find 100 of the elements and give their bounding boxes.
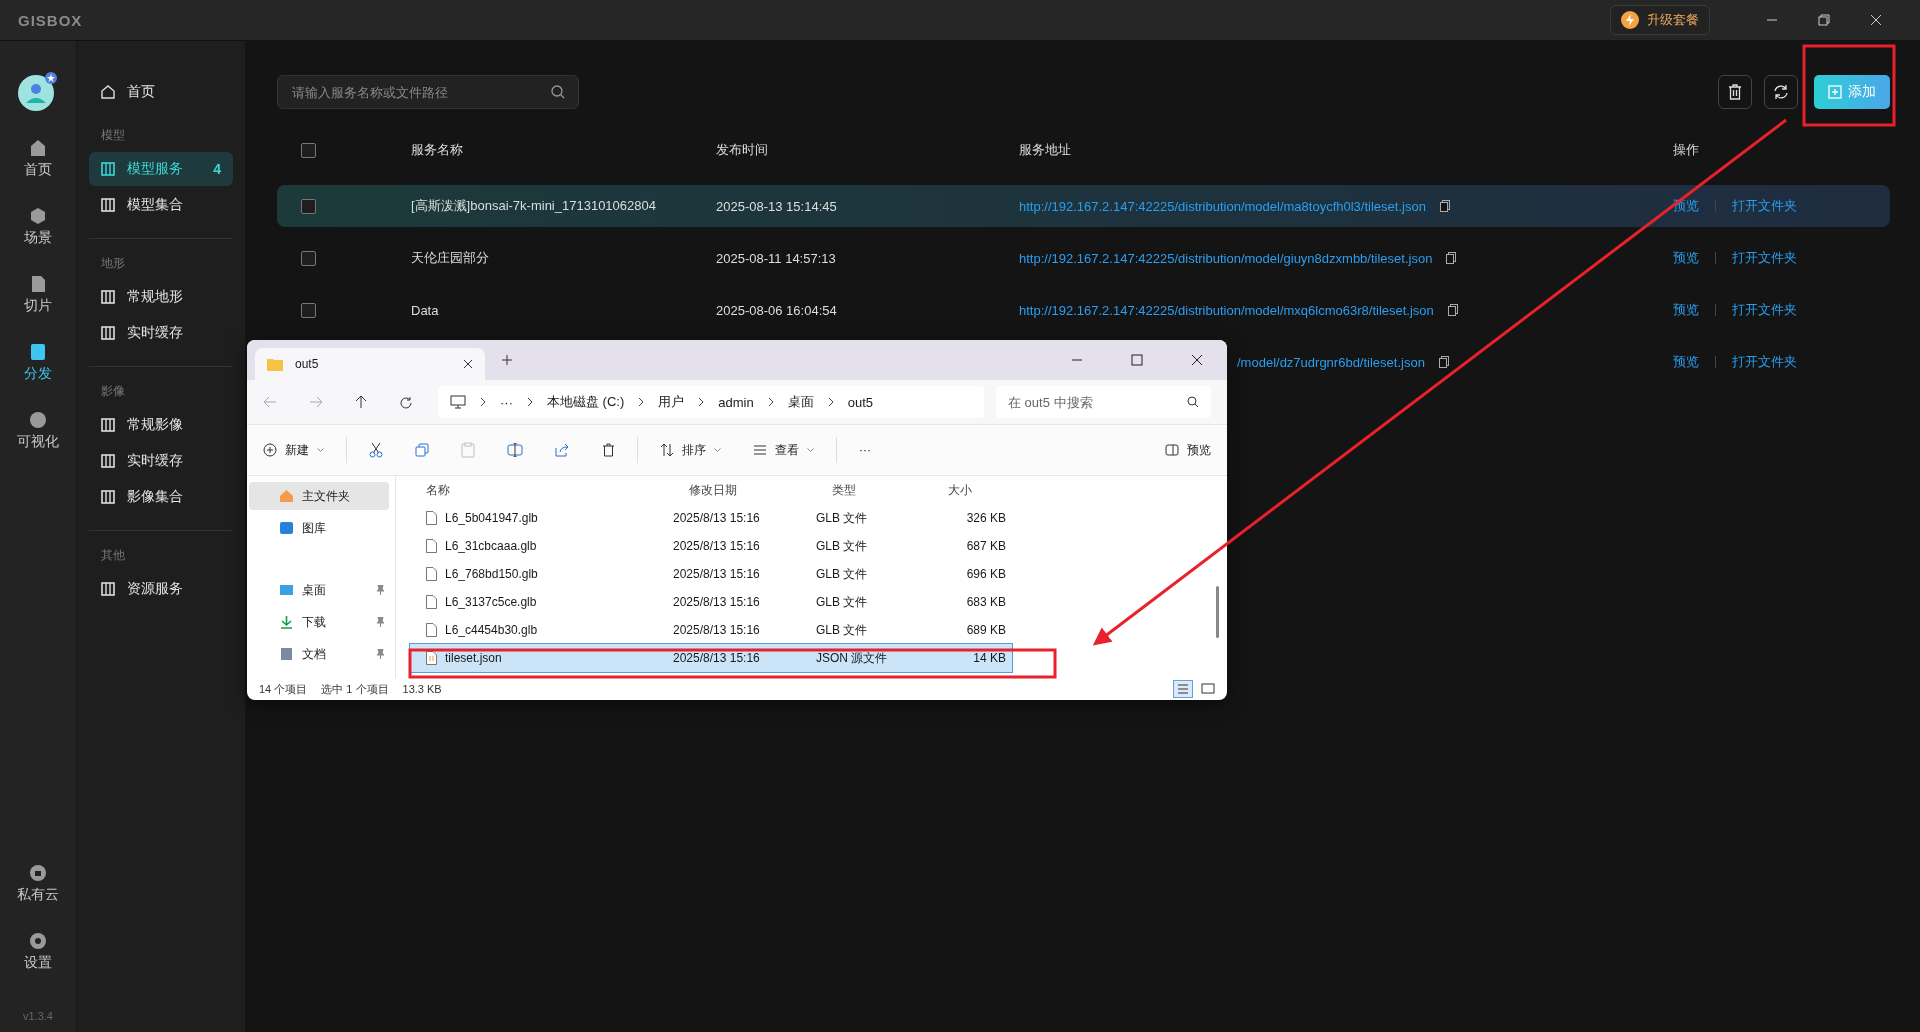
app-logo: GISBOX xyxy=(18,11,84,29)
sort-icon xyxy=(660,443,674,457)
file-row[interactable]: L6_31cbcaaa.glb 2025/8/13 15:16 GLB 文件 687 KB xyxy=(410,532,1012,560)
refresh-icon xyxy=(1773,84,1789,100)
rail-item[interactable]: 场景 xyxy=(24,199,52,255)
column-header[interactable]: 类型 xyxy=(816,481,932,499)
action-link[interactable]: 打开文件夹 xyxy=(1732,249,1797,267)
copy-icon[interactable] xyxy=(1447,304,1458,316)
action-link[interactable]: 打开文件夹 xyxy=(1732,353,1797,371)
nav-item[interactable]: 影像集合 xyxy=(89,480,233,514)
pin-icon[interactable] xyxy=(376,649,385,659)
row-checkbox[interactable] xyxy=(301,198,316,214)
nav-item[interactable]: 图库 xyxy=(249,514,389,542)
tiles-view-icon[interactable] xyxy=(1201,683,1215,695)
refresh-button[interactable] xyxy=(1764,75,1798,109)
nav-item[interactable]: 实时缓存 xyxy=(89,316,233,350)
rail-item[interactable]: 首页 xyxy=(24,131,52,187)
explorer-tab[interactable]: out5 xyxy=(255,348,485,380)
address-bar[interactable]: ··· 本地磁盘 (C:) 用户 admin 桌面 out5 xyxy=(438,386,984,418)
file-row[interactable]: L6_3137c5ce.glb 2025/8/13 15:16 GLB 文件 683 KB xyxy=(410,588,1012,616)
rename-icon[interactable] xyxy=(507,443,523,457)
status-text: 14 个项目 xyxy=(259,681,308,697)
trash-icon xyxy=(1728,84,1742,100)
column-header: 操作 xyxy=(1673,141,1700,159)
action-link[interactable]: 预览 xyxy=(1673,353,1699,371)
panel-icon xyxy=(101,418,115,432)
close-icon[interactable] xyxy=(1191,354,1203,366)
delete-button[interactable] xyxy=(1718,75,1752,109)
restore-icon[interactable] xyxy=(1818,14,1830,26)
more-button[interactable]: ··· xyxy=(859,443,871,457)
nav-item[interactable]: 首页 xyxy=(89,75,233,109)
nav-item[interactable]: 模型服务 4 xyxy=(89,152,233,186)
action-link[interactable]: 预览 xyxy=(1673,301,1699,319)
service-url[interactable]: http://192.167.2.147:42225/distribution/model/mxq6lcmo63r8/tileset.json xyxy=(1019,302,1434,318)
chevron-icon xyxy=(527,397,533,407)
copy-icon[interactable] xyxy=(1446,252,1457,264)
group-heading: 模型 xyxy=(100,127,126,144)
nav-item[interactable]: 资源服务 xyxy=(89,572,233,606)
upgrade-button[interactable]: 升级套餐 xyxy=(1610,5,1710,35)
copy-icon[interactable] xyxy=(1438,356,1449,368)
delete-icon[interactable] xyxy=(602,443,615,457)
cut-icon[interactable] xyxy=(369,442,383,458)
file-row[interactable]: L6_5b041947.glb 2025/8/13 15:16 GLB 文件 326 KB xyxy=(410,504,1012,532)
service-url[interactable]: http://192.167.2.147:42225/distribution/model/giuyn8dzxmbb/tileset.json xyxy=(1019,250,1433,266)
search-icon xyxy=(1187,396,1199,408)
table-cell-text: Data xyxy=(411,302,440,318)
row-checkbox[interactable] xyxy=(301,250,316,266)
row-checkbox[interactable] xyxy=(301,302,316,318)
nav-item[interactable]: 常规地形 xyxy=(89,280,233,314)
copy-icon[interactable] xyxy=(1439,200,1450,212)
nav-item[interactable]: 模型集合 xyxy=(89,188,233,222)
column-header[interactable]: 修改日期 xyxy=(673,481,816,499)
action-link[interactable]: 预览 xyxy=(1673,249,1699,267)
nav-item[interactable]: 实时缓存 xyxy=(89,444,233,478)
panel-icon xyxy=(101,326,115,340)
refresh-icon[interactable] xyxy=(399,395,412,409)
preview-button[interactable]: 预览 xyxy=(1165,441,1211,459)
file-row[interactable]: L6_768bd150.glb 2025/8/13 15:16 GLB 文件 696 KB xyxy=(410,560,1012,588)
user-avatar[interactable] xyxy=(18,71,58,111)
up-icon[interactable] xyxy=(355,395,367,409)
action-link[interactable]: 打开文件夹 xyxy=(1732,301,1797,319)
close-icon[interactable] xyxy=(463,359,473,369)
caret-icon xyxy=(714,448,721,452)
chevron-icon xyxy=(638,397,645,407)
view-button[interactable]: 查看 xyxy=(753,441,814,459)
preview-pane-icon xyxy=(1165,444,1179,456)
new-button[interactable]: 新建 xyxy=(263,441,324,459)
panel-icon xyxy=(101,198,115,212)
file-row[interactable]: L6_c4454b30.glb 2025/8/13 15:16 GLB 文件 689 KB xyxy=(410,616,1012,644)
select-all-checkbox[interactable] xyxy=(301,142,316,158)
action-link[interactable]: 打开文件夹 xyxy=(1732,197,1797,215)
service-url[interactable]: /model/dz7udrgnr6bd/tileset.json xyxy=(1237,354,1425,370)
pin-icon[interactable] xyxy=(376,585,385,595)
search-field[interactable]: 在 out5 中搜索 xyxy=(996,386,1211,418)
rail-item[interactable]: 可视化 xyxy=(17,403,59,459)
chevron-icon xyxy=(698,397,705,407)
service-url[interactable]: http://192.167.2.147:42225/distribution/model/ma8toycfh0l3/tileset.json xyxy=(1019,198,1426,214)
nav-item[interactable]: 主文件夹 xyxy=(249,482,389,510)
column-header[interactable]: 名称 xyxy=(410,481,673,499)
nav-item[interactable]: 常规影像 xyxy=(89,408,233,442)
search-icon xyxy=(551,85,565,99)
group-heading: 其他 xyxy=(100,547,126,564)
chevron-icon xyxy=(767,397,774,407)
pin-icon[interactable] xyxy=(376,617,385,627)
share-icon[interactable] xyxy=(555,443,570,457)
rail-item[interactable]: 切片 xyxy=(24,267,52,323)
rail-item[interactable]: 分发 xyxy=(24,335,52,391)
search-field[interactable]: 请输入服务名称或文件路径 xyxy=(277,75,579,109)
sort-button[interactable]: 排序 xyxy=(660,441,721,459)
rail-item[interactable]: 设置 xyxy=(24,924,52,980)
file-row[interactable]: tileset.json 2025/8/13 15:16 JSON 源文件 14 KB xyxy=(410,644,1012,672)
maximize-icon[interactable] xyxy=(1131,354,1143,366)
nav-item[interactable]: 文档 xyxy=(249,640,389,668)
nav-item[interactable]: 下载 xyxy=(249,608,389,636)
folder-icon xyxy=(267,357,283,371)
column-header[interactable]: 大小 xyxy=(932,481,1012,499)
details-view-icon[interactable] xyxy=(1173,680,1193,698)
new-tab-icon[interactable] xyxy=(501,354,513,366)
rail-item[interactable]: 私有云 xyxy=(17,856,59,912)
nav-item[interactable]: 桌面 xyxy=(249,576,389,604)
